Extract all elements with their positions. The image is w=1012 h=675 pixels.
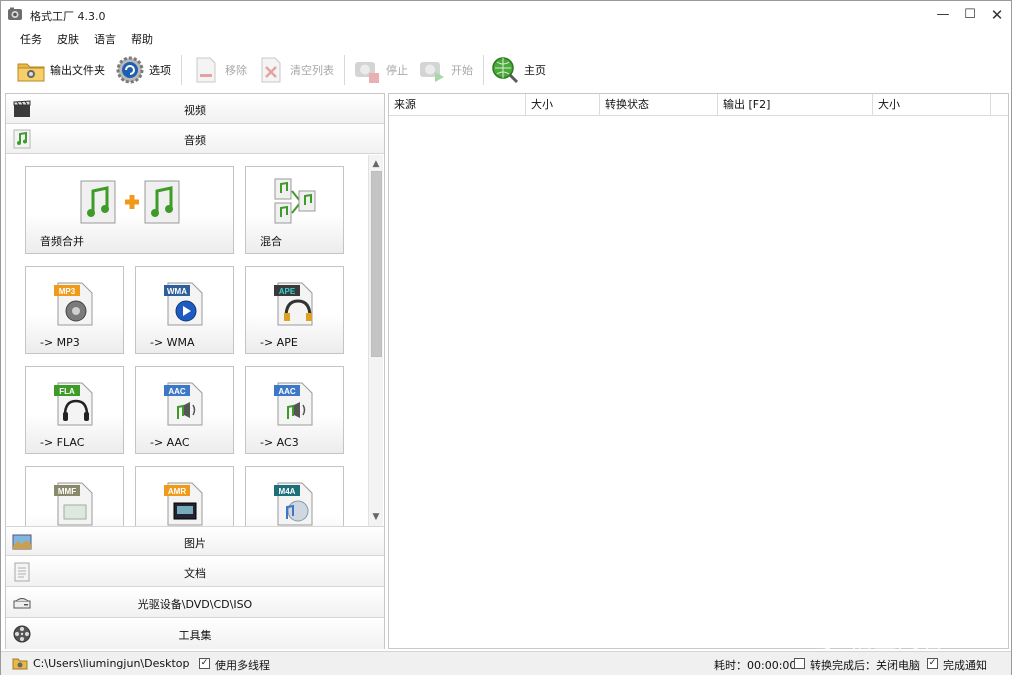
flac-file-icon: FLA [54,382,93,426]
toolbar-separator [181,55,182,85]
aac-file-icon: AAC [164,382,203,426]
tile-to-amr[interactable]: AMR [135,466,234,526]
column-output[interactable]: 输出 [F2] [718,94,873,116]
category-video[interactable]: 视频 [6,94,384,124]
start-icon [420,62,444,82]
task-list-header: 来源 大小 转换状态 输出 [F2] 大小 [389,94,1008,116]
stop-button[interactable]: 停止 [352,51,408,89]
toolbar-separator [344,55,345,85]
options-button[interactable]: 选项 [115,51,171,89]
mmf-badge: MMF [58,487,76,496]
multithread-label: 使用多线程 [215,659,270,672]
wma-badge: WMA [167,287,187,296]
gear-icon [116,56,144,84]
column-size[interactable]: 大小 [526,94,600,116]
menu-task[interactable]: 任务 [20,31,42,47]
column-source[interactable]: 来源 [389,94,526,116]
tile-to-m4a[interactable]: M4A [245,466,344,526]
category-document[interactable]: 文档 [6,557,384,587]
toolbar-separator [483,55,484,85]
menu-language[interactable]: 语言 [94,31,116,47]
title-bar: 格式工厂 4.3.0 — ☐ ✕ [1,1,1011,29]
audio-mix-icon [274,178,316,224]
category-audio[interactable]: 音频 [6,124,384,154]
multithread-checkbox[interactable]: ✓ [199,658,210,669]
minimize-button[interactable]: — [929,1,957,29]
column-output-size[interactable]: 大小 [873,94,991,116]
wma-file-icon: WMA [164,282,203,326]
window-title: 格式工厂 4.3.0 [30,10,106,23]
watermark-text: 悟空问答 [849,625,945,653]
ac3-file-icon: AAC [274,382,313,426]
tile-to-ac3[interactable]: AAC -> AC3 [245,366,344,454]
app-window: 格式工厂 4.3.0 — ☐ ✕ 任务 皮肤 语言 帮助 输出文件夹 选项 移除… [0,0,1012,675]
after-convert-checkbox[interactable] [794,658,805,669]
close-button[interactable]: ✕ [983,1,1011,29]
output-folder-button[interactable]: 输出文件夹 [16,51,105,89]
home-button[interactable]: 主页 [490,51,546,89]
notify-checkbox[interactable]: ✓ [927,658,938,669]
output-path[interactable]: C:\Users\liumingjun\Desktop [33,657,189,670]
m4a-badge: M4A [279,487,296,496]
status-bar: C:\Users\liumingjun\Desktop ✓ 使用多线程 耗时：0… [1,651,1011,675]
column-status[interactable]: 转换状态 [600,94,718,116]
tile-audio-join[interactable]: 音频合并 [25,166,234,254]
after-convert-label: 转换完成后：关闭电脑 [810,659,920,672]
toolbar: 输出文件夹 选项 移除 清空列表 停止 开始 主页 [1,51,1011,91]
amr-file-icon: AMR [164,482,203,526]
category-rom-device[interactable]: 光驱设备\DVD\CD\ISO [6,588,384,618]
task-list[interactable]: 来源 大小 转换状态 输出 [F2] 大小 [388,93,1009,649]
flac-badge: FLA [59,387,75,396]
category-tools[interactable]: 工具集 [6,619,384,649]
category-panel: 视频 音频 音频合并 混合 MP3 -> MP3 WMA -> WMA APE … [5,93,385,649]
amr-badge: AMR [168,487,186,496]
remove-button[interactable]: 移除 [191,51,247,89]
tile-to-mp3[interactable]: MP3 -> MP3 [25,266,124,354]
tile-to-flac[interactable]: FLA -> FLAC [25,366,124,454]
wukong-watermark-logo: 悟空问答 [805,625,945,654]
audio-tiles-area: 音频合并 混合 MP3 -> MP3 WMA -> WMA APE -> APE… [6,155,384,526]
remove-file-icon [196,57,216,83]
m4a-file-icon: M4A [274,482,313,526]
scroll-down-arrow-icon[interactable]: ▼ [369,510,383,524]
scroll-thumb[interactable] [371,171,382,357]
menu-skin[interactable]: 皮肤 [57,31,79,47]
tiles-scrollbar[interactable]: ▲ ▼ [368,155,383,526]
aac-badge: AAC [168,387,186,396]
menu-help[interactable]: 帮助 [131,31,153,47]
tile-to-mmf[interactable]: MMF [25,466,124,526]
clear-list-icon [261,57,281,83]
tile-audio-mix[interactable]: 混合 [245,166,344,254]
start-button[interactable]: 开始 [417,51,473,89]
scroll-up-arrow-icon[interactable]: ▲ [369,157,383,171]
ape-file-icon: APE [274,282,313,326]
notify-label: 完成通知 [943,659,987,672]
folder-icon [17,63,45,82]
tile-to-aac[interactable]: AAC -> AAC [135,366,234,454]
globe-search-icon [492,57,519,84]
elapsed-time: 耗时：00:00:00 [714,659,797,672]
audio-join-icon [80,180,180,224]
ape-badge: APE [279,287,296,296]
status-folder-icon[interactable] [12,657,28,670]
tile-to-wma[interactable]: WMA -> WMA [135,266,234,354]
category-picture[interactable]: 图片 [6,526,384,556]
mp3-badge: MP3 [59,287,76,296]
maximize-button[interactable]: ☐ [956,1,984,29]
stop-icon [355,62,379,83]
app-logo-icon [8,7,22,20]
mp3-file-icon: MP3 [54,282,93,326]
mmf-file-icon: MMF [54,482,93,526]
clear-list-button[interactable]: 清空列表 [256,51,334,89]
menu-bar: 任务 皮肤 语言 帮助 [1,29,1011,49]
tile-to-ape[interactable]: APE -> APE [245,266,344,354]
ac3-badge: AAC [278,387,296,396]
